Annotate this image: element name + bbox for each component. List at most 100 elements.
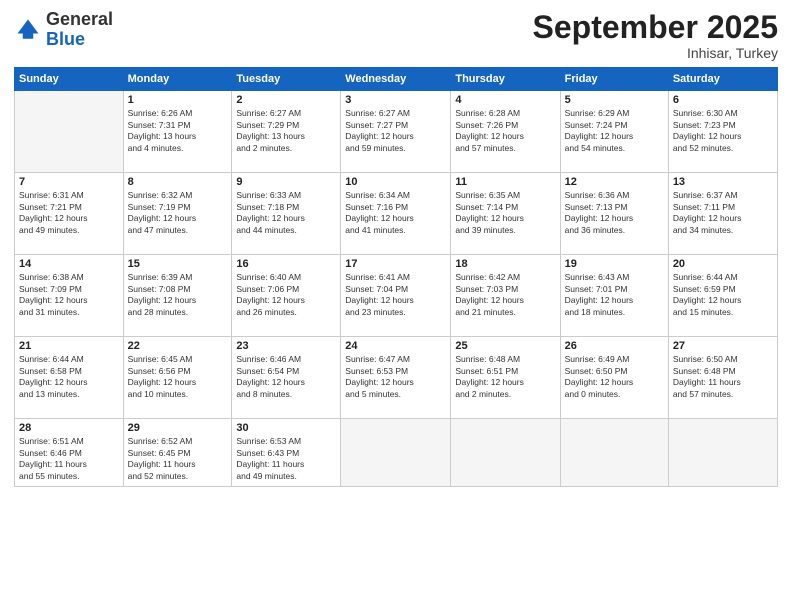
day-info: Sunrise: 6:34 AM Sunset: 7:16 PM Dayligh… <box>345 190 446 236</box>
day-number: 27 <box>673 340 773 352</box>
table-row <box>560 419 668 487</box>
day-number: 17 <box>345 258 446 270</box>
table-row: 25Sunrise: 6:48 AM Sunset: 6:51 PM Dayli… <box>451 337 560 419</box>
day-number: 24 <box>345 340 446 352</box>
table-row: 10 Sunrise: 6:34 AM Sunset: 7:16 PM Dayli… <box>341 173 451 255</box>
day-info: Sunrise: 6:49 AM Sunset: 6:50 PM Dayligh… <box>565 354 664 400</box>
day-info: Sunrise: 6:33 AM Sunset: 7:18 PM Dayligh… <box>236 190 336 236</box>
location-subtitle: Inhisar, Turkey <box>533 45 778 61</box>
day-number: 3 <box>345 94 446 106</box>
day-number: 8 <box>128 176 228 188</box>
th-thursday: Thursday <box>451 68 560 91</box>
logo-blue: Blue <box>46 29 85 49</box>
day-info: Sunrise: 6:39 AM Sunset: 7:08 PM Dayligh… <box>128 272 228 318</box>
th-wednesday: Wednesday <box>341 68 451 91</box>
th-monday: Monday <box>123 68 232 91</box>
day-number: 21 <box>19 340 119 352</box>
table-row <box>451 419 560 487</box>
table-row: 22 Sunrise: 6:45 AM Sunset: 6:56 PM Dayli… <box>123 337 232 419</box>
day-info: Sunrise: 6:38 AM Sunset: 7:09 PM Dayligh… <box>19 272 119 318</box>
table-row: 17 Sunrise: 6:41 AM Sunset: 7:04 PM Dayli… <box>341 255 451 337</box>
day-number: 28 <box>19 422 119 434</box>
day-info: Sunrise: 6:44 AM Sunset: 6:59 PM Dayligh… <box>673 272 773 318</box>
table-row: 20Sunrise: 6:44 AM Sunset: 6:59 PM Dayli… <box>668 255 777 337</box>
day-info: Sunrise: 6:37 AM Sunset: 7:11 PM Dayligh… <box>673 190 773 236</box>
day-number: 30 <box>236 422 336 434</box>
day-info: Sunrise: 6:47 AM Sunset: 6:53 PM Dayligh… <box>345 354 446 400</box>
title-block: September 2025 Inhisar, Turkey <box>533 10 778 61</box>
day-number: 16 <box>236 258 336 270</box>
header: General Blue September 2025 Inhisar, Tur… <box>14 10 778 61</box>
day-info: Sunrise: 6:27 AM Sunset: 7:27 PM Dayligh… <box>345 108 446 154</box>
day-info: Sunrise: 6:46 AM Sunset: 6:54 PM Dayligh… <box>236 354 336 400</box>
table-row: 26 Sunrise: 6:49 AM Sunset: 6:50 PM Dayli… <box>560 337 668 419</box>
table-row: 29Sunrise: 6:52 AM Sunset: 6:45 PM Dayli… <box>123 419 232 487</box>
th-saturday: Saturday <box>668 68 777 91</box>
table-row: 4Sunrise: 6:28 AM Sunset: 7:26 PM Daylig… <box>451 91 560 173</box>
table-row: 27Sunrise: 6:50 AM Sunset: 6:48 PM Dayli… <box>668 337 777 419</box>
table-row: 23 Sunrise: 6:46 AM Sunset: 6:54 PM Dayli… <box>232 337 341 419</box>
month-title: September 2025 <box>533 10 778 45</box>
table-row: 16 Sunrise: 6:40 AM Sunset: 7:06 PM Dayli… <box>232 255 341 337</box>
day-number: 2 <box>236 94 336 106</box>
day-number: 6 <box>673 94 773 106</box>
day-number: 10 <box>345 176 446 188</box>
page: General Blue September 2025 Inhisar, Tur… <box>0 0 792 612</box>
table-row: 6Sunrise: 6:30 AM Sunset: 7:23 PM Daylig… <box>668 91 777 173</box>
day-number: 14 <box>19 258 119 270</box>
table-row: 12Sunrise: 6:36 AM Sunset: 7:13 PM Dayli… <box>560 173 668 255</box>
table-row: 24 Sunrise: 6:47 AM Sunset: 6:53 PM Dayli… <box>341 337 451 419</box>
table-row: 1 Sunrise: 6:26 AM Sunset: 7:31 PM Daylig… <box>123 91 232 173</box>
day-info: Sunrise: 6:45 AM Sunset: 6:56 PM Dayligh… <box>128 354 228 400</box>
day-info: Sunrise: 6:26 AM Sunset: 7:31 PM Dayligh… <box>128 108 228 154</box>
table-row: 3 Sunrise: 6:27 AM Sunset: 7:27 PM Daylig… <box>341 91 451 173</box>
day-info: Sunrise: 6:42 AM Sunset: 7:03 PM Dayligh… <box>455 272 555 318</box>
table-row <box>668 419 777 487</box>
table-row: 30 Sunrise: 6:53 AM Sunset: 6:43 PM Dayli… <box>232 419 341 487</box>
day-number: 19 <box>565 258 664 270</box>
table-row: 8 Sunrise: 6:32 AM Sunset: 7:19 PM Daylig… <box>123 173 232 255</box>
day-number: 13 <box>673 176 773 188</box>
day-info: Sunrise: 6:40 AM Sunset: 7:06 PM Dayligh… <box>236 272 336 318</box>
day-info: Sunrise: 6:31 AM Sunset: 7:21 PM Dayligh… <box>19 190 119 236</box>
day-info: Sunrise: 6:48 AM Sunset: 6:51 PM Dayligh… <box>455 354 555 400</box>
th-sunday: Sunday <box>15 68 124 91</box>
day-number: 15 <box>128 258 228 270</box>
table-row <box>341 419 451 487</box>
logo: General Blue <box>14 10 113 50</box>
day-number: 18 <box>455 258 555 270</box>
day-number: 4 <box>455 94 555 106</box>
th-friday: Friday <box>560 68 668 91</box>
logo-general: General <box>46 9 113 29</box>
logo-text: General Blue <box>46 10 113 50</box>
table-row: 5Sunrise: 6:29 AM Sunset: 7:24 PM Daylig… <box>560 91 668 173</box>
day-number: 26 <box>565 340 664 352</box>
day-number: 7 <box>19 176 119 188</box>
day-number: 22 <box>128 340 228 352</box>
calendar-header-row: Sunday Monday Tuesday Wednesday Thursday… <box>15 68 778 91</box>
table-row: 28 Sunrise: 6:51 AM Sunset: 6:46 PM Dayli… <box>15 419 124 487</box>
table-row: 11Sunrise: 6:35 AM Sunset: 7:14 PM Dayli… <box>451 173 560 255</box>
day-info: Sunrise: 6:41 AM Sunset: 7:04 PM Dayligh… <box>345 272 446 318</box>
table-row: 21Sunrise: 6:44 AM Sunset: 6:58 PM Dayli… <box>15 337 124 419</box>
table-row: 19Sunrise: 6:43 AM Sunset: 7:01 PM Dayli… <box>560 255 668 337</box>
calendar-table: Sunday Monday Tuesday Wednesday Thursday… <box>14 67 778 487</box>
day-info: Sunrise: 6:35 AM Sunset: 7:14 PM Dayligh… <box>455 190 555 236</box>
day-number: 1 <box>128 94 228 106</box>
table-row: 9Sunrise: 6:33 AM Sunset: 7:18 PM Daylig… <box>232 173 341 255</box>
table-row: 18 Sunrise: 6:42 AM Sunset: 7:03 PM Dayli… <box>451 255 560 337</box>
logo-icon <box>14 16 42 44</box>
table-row: 15 Sunrise: 6:39 AM Sunset: 7:08 PM Dayli… <box>123 255 232 337</box>
table-row: 2 Sunrise: 6:27 AM Sunset: 7:29 PM Daylig… <box>232 91 341 173</box>
day-info: Sunrise: 6:32 AM Sunset: 7:19 PM Dayligh… <box>128 190 228 236</box>
table-row <box>15 91 124 173</box>
day-info: Sunrise: 6:51 AM Sunset: 6:46 PM Dayligh… <box>19 436 119 482</box>
day-number: 23 <box>236 340 336 352</box>
day-info: Sunrise: 6:36 AM Sunset: 7:13 PM Dayligh… <box>565 190 664 236</box>
table-row: 7 Sunrise: 6:31 AM Sunset: 7:21 PM Daylig… <box>15 173 124 255</box>
th-tuesday: Tuesday <box>232 68 341 91</box>
day-number: 29 <box>128 422 228 434</box>
table-row: 13 Sunrise: 6:37 AM Sunset: 7:11 PM Dayli… <box>668 173 777 255</box>
day-info: Sunrise: 6:53 AM Sunset: 6:43 PM Dayligh… <box>236 436 336 482</box>
day-info: Sunrise: 6:27 AM Sunset: 7:29 PM Dayligh… <box>236 108 336 154</box>
